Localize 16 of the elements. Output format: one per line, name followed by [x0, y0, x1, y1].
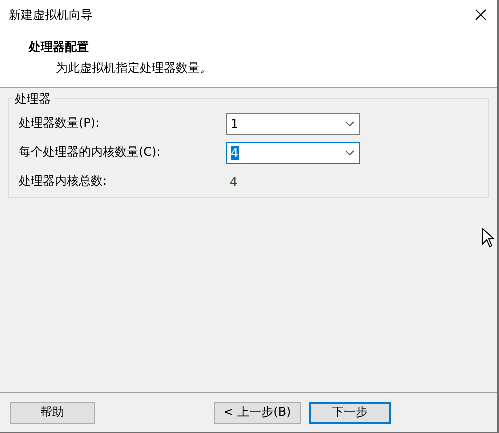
page-description: 为此虚拟机指定处理器数量。 [55, 60, 213, 77]
chevron-down-icon [345, 150, 355, 156]
window-title: 新建虚拟机向导 [9, 6, 93, 24]
back-button[interactable]: < 上一步(B) [214, 402, 301, 424]
field-label: 处理器数量(P): [19, 115, 101, 132]
mouse-pointer-icon [482, 228, 495, 248]
field-label: 每个处理器的内核数量(C): [19, 144, 162, 161]
total-cores-value: 4 [229, 174, 238, 188]
chevron-down-icon [345, 120, 355, 126]
next-button[interactable]: 下一步 [309, 402, 391, 424]
dropdown[interactable]: 1 [226, 112, 360, 134]
help-button[interactable]: 帮助 [10, 402, 95, 424]
page-heading: 处理器配置 [29, 39, 90, 56]
close-icon[interactable] [475, 9, 487, 21]
dropdown[interactable]: 4 [226, 142, 360, 164]
field-label: 处理器内核总数: [19, 173, 108, 190]
